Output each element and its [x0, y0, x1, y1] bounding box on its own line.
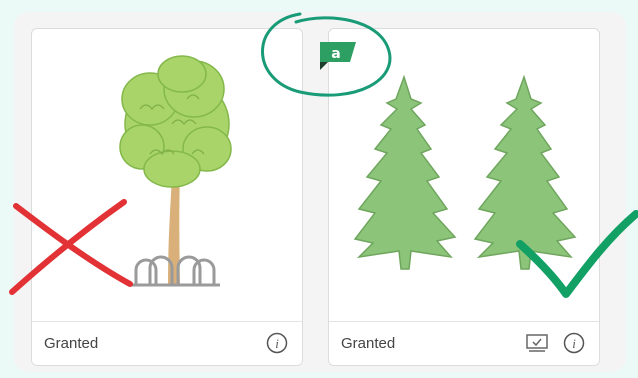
info-icon[interactable]: i — [266, 332, 288, 354]
letter-a-badge-icon: a — [320, 42, 356, 70]
card-caption: Granted — [341, 335, 396, 352]
screen-check-icon[interactable] — [525, 332, 549, 354]
image-card-fir-trees[interactable]: Granted i — [328, 28, 600, 366]
fir-trees-illustration — [329, 29, 599, 321]
svg-text:i: i — [572, 336, 576, 351]
card-footer: Granted i — [32, 321, 302, 365]
card-caption: Granted — [44, 335, 99, 352]
svg-text:a: a — [331, 46, 340, 62]
tree-illustration — [32, 29, 302, 321]
info-icon[interactable]: i — [563, 332, 585, 354]
image-card-deciduous[interactable]: Granted i — [31, 28, 303, 366]
card-footer: Granted i — [329, 321, 599, 365]
svg-text:i: i — [275, 336, 279, 351]
